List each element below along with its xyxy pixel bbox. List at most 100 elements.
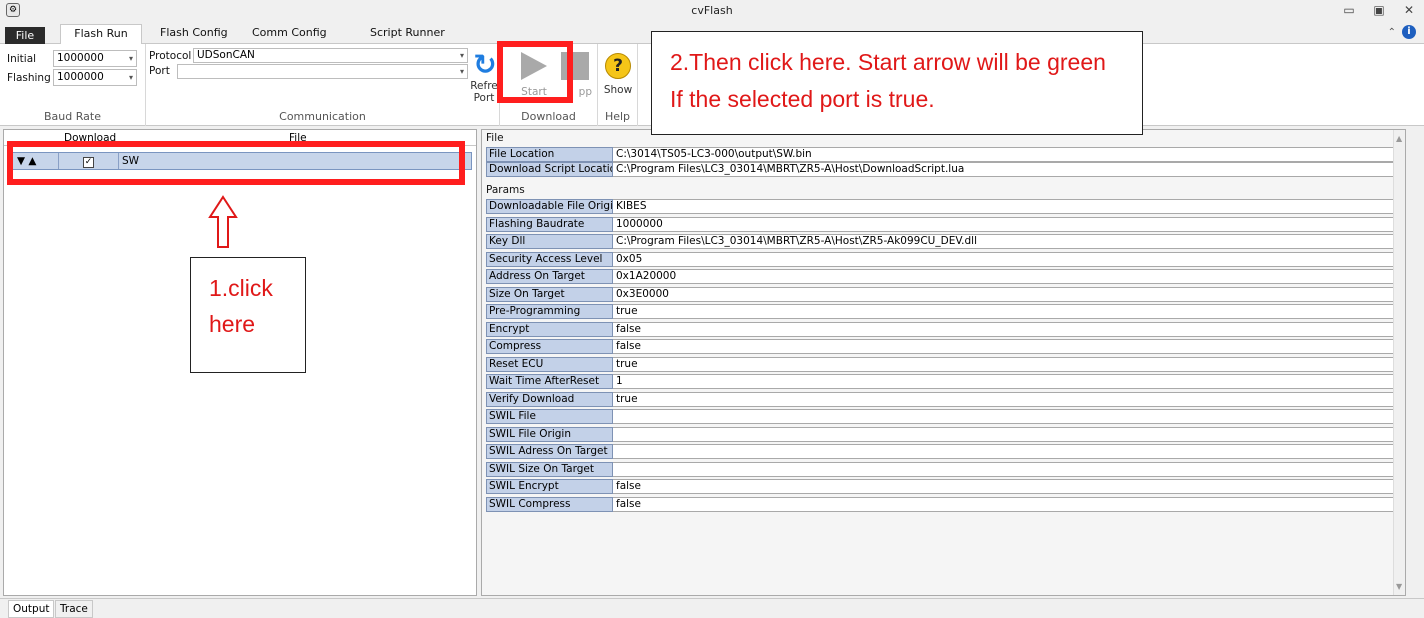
tabbar-right: ⌃ i bbox=[1388, 25, 1416, 39]
property-row: Verify Download true bbox=[486, 391, 1398, 407]
property-value[interactable]: C:\Program Files\LC3_03014\MBRT\ZR5-A\Ho… bbox=[613, 162, 1398, 177]
property-key: Verify Download bbox=[486, 391, 613, 407]
tab-file[interactable]: File bbox=[5, 27, 45, 44]
property-value[interactable]: KIBES bbox=[613, 199, 1398, 214]
start-highlight-box bbox=[497, 41, 573, 103]
property-value[interactable]: 1000000 bbox=[613, 216, 1398, 232]
property-value[interactable]: C:\Program Files\LC3_03014\MBRT\ZR5-A\Ho… bbox=[613, 234, 1398, 249]
property-key: Address On Target bbox=[486, 269, 613, 284]
property-row: Address On Target 0x1A20000 bbox=[486, 269, 1398, 284]
tab-comm-config[interactable]: Comm Config bbox=[240, 24, 339, 44]
property-key: File Location bbox=[486, 147, 613, 162]
download-group-label: Download bbox=[521, 110, 576, 123]
property-row: Downloadable File Origin KIBES bbox=[486, 199, 1398, 214]
property-row: Download Script Location C:\Program File… bbox=[486, 162, 1398, 177]
property-row: SWIL Adress On Target bbox=[486, 444, 1398, 459]
property-row: SWIL Size On Target bbox=[486, 461, 1398, 477]
info-icon[interactable]: i bbox=[1402, 25, 1416, 39]
instruction-note-2: 2.Then click here. Start arrow will be g… bbox=[651, 31, 1143, 135]
tab-script-runner[interactable]: Script Runner bbox=[358, 24, 457, 44]
initial-baud-select[interactable]: 1000000 ▾ bbox=[53, 50, 137, 67]
property-value[interactable]: false bbox=[613, 339, 1398, 354]
port-select[interactable]: ▾ bbox=[177, 64, 468, 79]
help-icon: ? bbox=[605, 53, 631, 79]
chevron-down-icon: ▾ bbox=[128, 54, 133, 63]
property-key: SWIL Compress bbox=[486, 496, 613, 512]
property-value[interactable]: 1 bbox=[613, 374, 1398, 389]
chevron-down-icon: ▾ bbox=[459, 67, 464, 76]
property-key: Reset ECU bbox=[486, 356, 613, 372]
property-key: Wait Time AfterReset bbox=[486, 374, 613, 389]
help-group-label: Help bbox=[604, 110, 631, 123]
property-row: Security Access Level 0x05 bbox=[486, 251, 1398, 267]
property-key: Encrypt bbox=[486, 321, 613, 337]
property-key: SWIL File Origin bbox=[486, 426, 613, 442]
property-value[interactable]: 0x1A20000 bbox=[613, 269, 1398, 284]
property-value[interactable]: 0x3E0000 bbox=[613, 286, 1398, 302]
properties-pane: File File Location C:\3014\TS05-LC3-000\… bbox=[481, 129, 1406, 596]
tab-flash-config[interactable]: Flash Config bbox=[148, 24, 240, 44]
property-value[interactable]: true bbox=[613, 304, 1398, 319]
property-key: Download Script Location bbox=[486, 162, 613, 177]
property-row: SWIL File bbox=[486, 409, 1398, 424]
property-key: SWIL Adress On Target bbox=[486, 444, 613, 459]
property-row: Pre-Programming true bbox=[486, 304, 1398, 319]
initial-baud-value: 1000000 bbox=[57, 52, 104, 64]
property-value[interactable]: false bbox=[613, 321, 1398, 337]
property-value[interactable] bbox=[613, 461, 1398, 477]
property-row: File Location C:\3014\TS05-LC3-000\outpu… bbox=[486, 147, 1398, 162]
property-value[interactable]: C:\3014\TS05-LC3-000\output\SW.bin bbox=[613, 147, 1398, 162]
property-key: SWIL File bbox=[486, 409, 613, 424]
property-value[interactable]: true bbox=[613, 391, 1398, 407]
property-value[interactable] bbox=[613, 426, 1398, 442]
row-highlight-box bbox=[7, 141, 465, 185]
property-value[interactable]: false bbox=[613, 496, 1398, 512]
vertical-scrollbar[interactable]: ▲ ▼ bbox=[1393, 130, 1405, 595]
communication-group-label: Communication bbox=[279, 110, 366, 123]
collapse-ribbon-icon[interactable]: ⌃ bbox=[1388, 27, 1396, 38]
initial-label: Initial bbox=[7, 53, 37, 65]
protocol-label: Protocol bbox=[149, 50, 192, 62]
flashing-baud-value: 1000000 bbox=[57, 71, 104, 83]
show-label: Show bbox=[603, 84, 633, 96]
minimize-icon[interactable]: ▭ bbox=[1342, 3, 1356, 17]
property-row: Compress false bbox=[486, 339, 1398, 354]
protocol-select[interactable]: UDSonCAN ▾ bbox=[193, 48, 468, 63]
property-key: SWIL Encrypt bbox=[486, 479, 613, 494]
bottom-tabbar: Output Trace bbox=[0, 598, 1424, 618]
scroll-down-icon[interactable]: ▼ bbox=[1396, 582, 1402, 591]
show-help-button[interactable]: ? Show bbox=[602, 53, 634, 96]
property-value[interactable]: false bbox=[613, 479, 1398, 494]
property-value[interactable] bbox=[613, 409, 1398, 424]
property-key: Compress bbox=[486, 339, 613, 354]
window-title: cvFlash bbox=[691, 4, 733, 17]
refresh-port-button[interactable]: ↻ Refre Port bbox=[470, 50, 498, 105]
window-controls: ▭ ▣ ✕ bbox=[1342, 3, 1416, 17]
scroll-up-icon[interactable]: ▲ bbox=[1396, 134, 1402, 143]
baud-rate-group: Initial 1000000 ▾ Flashing 1000000 ▾ Bau… bbox=[0, 44, 146, 126]
property-key: Pre-Programming bbox=[486, 304, 613, 319]
property-value[interactable]: true bbox=[613, 356, 1398, 372]
property-key: Key Dll bbox=[486, 234, 613, 249]
close-icon[interactable]: ✕ bbox=[1402, 3, 1416, 17]
flashing-baud-select[interactable]: 1000000 ▾ bbox=[53, 69, 137, 86]
title-bar: ⚙ cvFlash ▭ ▣ ✕ bbox=[0, 0, 1424, 22]
property-row: Size On Target 0x3E0000 bbox=[486, 286, 1398, 302]
property-row: Wait Time AfterReset 1 bbox=[486, 374, 1398, 389]
tab-trace[interactable]: Trace bbox=[55, 600, 93, 618]
property-row: Flashing Baudrate 1000000 bbox=[486, 216, 1398, 232]
property-value[interactable] bbox=[613, 444, 1398, 459]
chevron-down-icon: ▾ bbox=[128, 73, 133, 82]
property-row: Encrypt false bbox=[486, 321, 1398, 337]
tab-flash-run[interactable]: Flash Run bbox=[60, 24, 142, 45]
params-section-label: Params bbox=[486, 184, 525, 196]
tab-output[interactable]: Output bbox=[8, 600, 55, 618]
property-key: Security Access Level bbox=[486, 251, 613, 267]
property-row: Reset ECU true bbox=[486, 356, 1398, 372]
refresh-label-2: Port bbox=[473, 92, 495, 104]
maximize-icon[interactable]: ▣ bbox=[1372, 3, 1386, 17]
help-group: ? Show Help bbox=[598, 44, 638, 126]
property-value[interactable]: 0x05 bbox=[613, 251, 1398, 267]
port-label: Port bbox=[149, 65, 170, 77]
property-row: Key Dll C:\Program Files\LC3_03014\MBRT\Z… bbox=[486, 234, 1398, 249]
